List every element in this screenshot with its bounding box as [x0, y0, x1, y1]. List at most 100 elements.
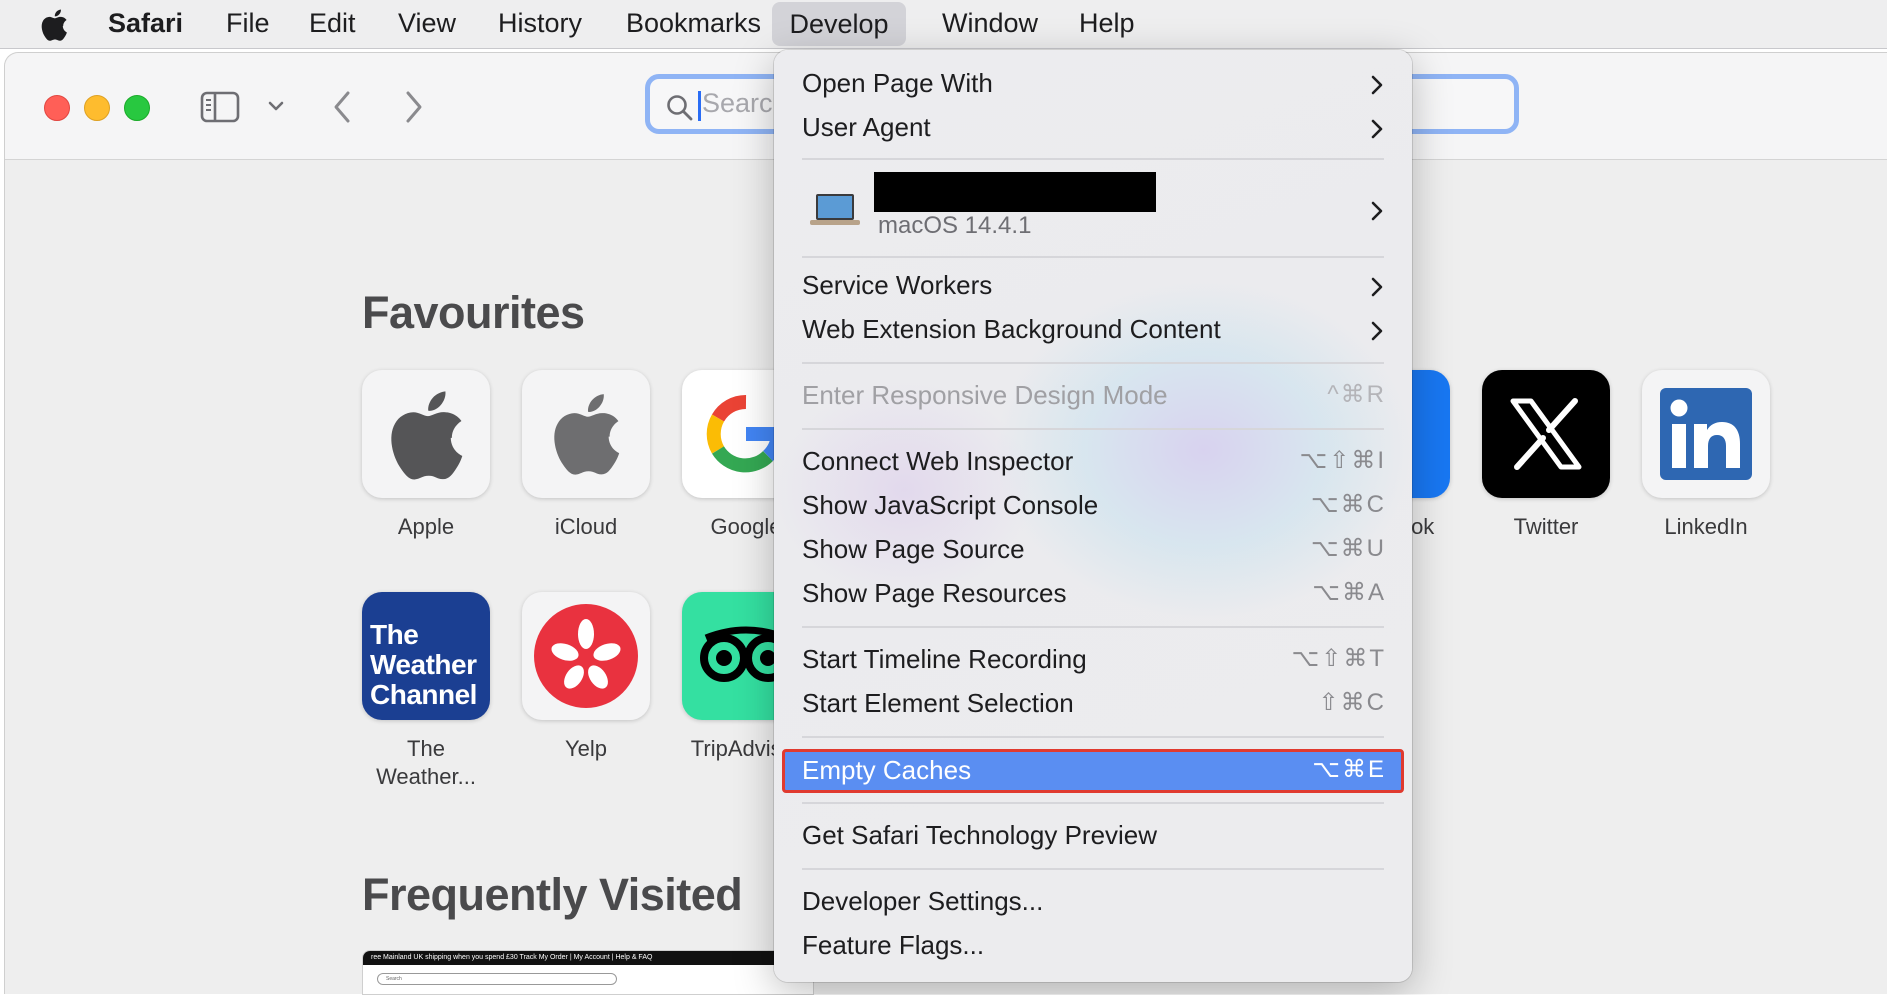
menu-item-shortcut: ⌥⌘C [1311, 491, 1386, 518]
back-icon[interactable] [331, 89, 353, 125]
search-icon [667, 95, 693, 121]
chevron-right-icon [1371, 321, 1383, 341]
menu-item-label: Show Page Source [802, 534, 1025, 564]
menu-bar: Safari File Edit View History Bookmarks … [0, 0, 1887, 49]
favourite-twitter-tile[interactable] [1482, 370, 1610, 498]
menu-item-developer-settings[interactable]: Developer Settings... [774, 880, 1412, 924]
favourites-heading: Favourites [362, 287, 585, 338]
favourite-yelp-tile[interactable] [522, 592, 650, 720]
menu-item-device[interactable]: macOS 14.4.1 [774, 162, 1412, 250]
menu-item-start-element-selection[interactable]: Start Element Selection ⇧⌘C [774, 682, 1412, 726]
menu-item-label: Enter Responsive Design Mode [802, 380, 1168, 410]
menu-item-label: Service Workers [802, 270, 993, 300]
menu-edit[interactable]: Edit [296, 0, 369, 48]
menu-item-shortcut: ⌥⌘U [1311, 535, 1386, 562]
menu-item-feature-flags[interactable]: Feature Flags... [774, 924, 1412, 968]
weather-channel-logo: The Weather Channel [370, 620, 477, 710]
develop-menu: Open Page With User Agent macOS 14.4.1 S… [774, 50, 1412, 982]
menu-item-service-workers[interactable]: Service Workers [774, 264, 1412, 308]
menu-item-start-timeline-recording[interactable]: Start Timeline Recording ⌥⇧⌘T [774, 638, 1412, 682]
menu-item-web-extension-background-content[interactable]: Web Extension Background Content [774, 308, 1412, 352]
favourite-apple-label: Apple [397, 514, 455, 539]
apple-logo-icon [391, 391, 463, 480]
menu-bookmarks[interactable]: Bookmarks [613, 0, 774, 48]
x-logo-icon [1510, 398, 1582, 470]
menu-item-shortcut: ^⌘R [1327, 381, 1386, 408]
menu-item-shortcut: ⌥⇧⌘I [1299, 447, 1386, 474]
menu-item-empty-caches[interactable]: Empty Caches ⌥⌘E [782, 749, 1404, 793]
menu-item-label: Empty Caches [802, 755, 972, 785]
thumbnail-banner: ree Mainland UK shipping when you spend … [363, 951, 813, 965]
menu-item-get-safari-technology-preview[interactable]: Get Safari Technology Preview [774, 814, 1412, 858]
menu-item-label: Developer Settings... [802, 886, 1044, 916]
linkedin-logo-icon [1660, 388, 1752, 480]
menu-item-open-page-with[interactable]: Open Page With [774, 62, 1412, 106]
yelp-logo-icon [534, 604, 638, 708]
chevron-down-icon[interactable] [267, 99, 285, 113]
menu-help[interactable]: Help [1066, 0, 1148, 48]
weather-logo-line: Channel [370, 679, 477, 710]
menu-separator [802, 256, 1384, 258]
menu-separator [802, 158, 1384, 160]
menu-item-label: Open Page With [802, 68, 993, 98]
menu-item-user-agent[interactable]: User Agent [774, 106, 1412, 150]
menu-separator [802, 736, 1384, 738]
menu-item-label: Feature Flags... [802, 930, 985, 960]
favourite-apple-tile[interactable] [362, 370, 490, 498]
menu-separator [802, 626, 1384, 628]
device-os-version: macOS 14.4.1 [878, 212, 1032, 239]
chevron-right-icon [1371, 75, 1383, 95]
menu-item-label: Web Extension Background Content [802, 314, 1221, 344]
menu-item-label: Start Element Selection [802, 688, 1074, 718]
frequently-visited-heading: Frequently Visited [362, 869, 743, 920]
menu-separator [802, 362, 1384, 364]
menu-develop[interactable]: Develop [772, 2, 906, 46]
chevron-right-icon [1371, 119, 1383, 139]
chevron-right-icon [1371, 201, 1383, 221]
favourite-icloud-label: iCloud [554, 514, 618, 539]
menu-window[interactable]: Window [929, 0, 1051, 48]
menu-view[interactable]: View [385, 0, 469, 48]
sidebar-toggle-icon[interactable] [200, 91, 240, 123]
menu-item-shortcut: ⇧⌘C [1318, 689, 1386, 716]
zoom-window-button[interactable] [124, 95, 150, 121]
favourite-linkedin-label: LinkedIn [1664, 514, 1748, 539]
apple-logo-icon [554, 394, 620, 475]
close-window-button[interactable] [44, 95, 70, 121]
menu-item-show-page-resources[interactable]: Show Page Resources ⌥⌘A [774, 572, 1412, 616]
favourite-linkedin-tile[interactable] [1642, 370, 1770, 498]
menu-item-connect-web-inspector[interactable]: Connect Web Inspector ⌥⇧⌘I [774, 440, 1412, 484]
menu-item-shortcut: ⌥⌘E [1312, 756, 1386, 783]
apple-menu-icon[interactable] [40, 9, 68, 41]
menu-separator [802, 428, 1384, 430]
menu-item-label: Get Safari Technology Preview [802, 820, 1158, 850]
laptop-icon [810, 194, 860, 225]
menu-item-show-javascript-console[interactable]: Show JavaScript Console ⌥⌘C [774, 484, 1412, 528]
menu-history[interactable]: History [485, 0, 595, 48]
forward-icon[interactable] [403, 89, 425, 125]
menu-separator [802, 868, 1384, 870]
favourite-icloud-tile[interactable] [522, 370, 650, 498]
favourite-weather-channel-tile[interactable]: The Weather Channel [362, 592, 490, 720]
menu-item-label: Connect Web Inspector [802, 446, 1074, 476]
minimize-window-button[interactable] [84, 95, 110, 121]
menu-item-shortcut: ⌥⇧⌘T [1291, 645, 1386, 672]
favourite-twitter-label: Twitter [1513, 514, 1579, 539]
menu-item-label: Show Page Resources [802, 578, 1067, 608]
weather-logo-line: Weather [370, 649, 477, 680]
menu-item-label: Start Timeline Recording [802, 644, 1087, 674]
menu-item-responsive-design-mode: Enter Responsive Design Mode ^⌘R [774, 374, 1412, 418]
redacted-device-name [874, 172, 1156, 212]
menu-item-label: Show JavaScript Console [802, 490, 1099, 520]
menu-separator [802, 802, 1384, 804]
text-caret [698, 91, 701, 121]
weather-logo-line: The [370, 619, 419, 650]
menu-file[interactable]: File [213, 0, 283, 48]
menu-item-show-page-source[interactable]: Show Page Source ⌥⌘U [774, 528, 1412, 572]
menu-item-shortcut: ⌥⌘A [1312, 579, 1386, 606]
chevron-right-icon [1371, 277, 1383, 297]
favourite-yelp-label: Yelp [564, 736, 607, 761]
menu-safari[interactable]: Safari [95, 0, 196, 48]
menu-item-label: User Agent [802, 112, 931, 142]
frequently-visited-thumbnail[interactable]: ree Mainland UK shipping when you spend … [362, 950, 814, 995]
